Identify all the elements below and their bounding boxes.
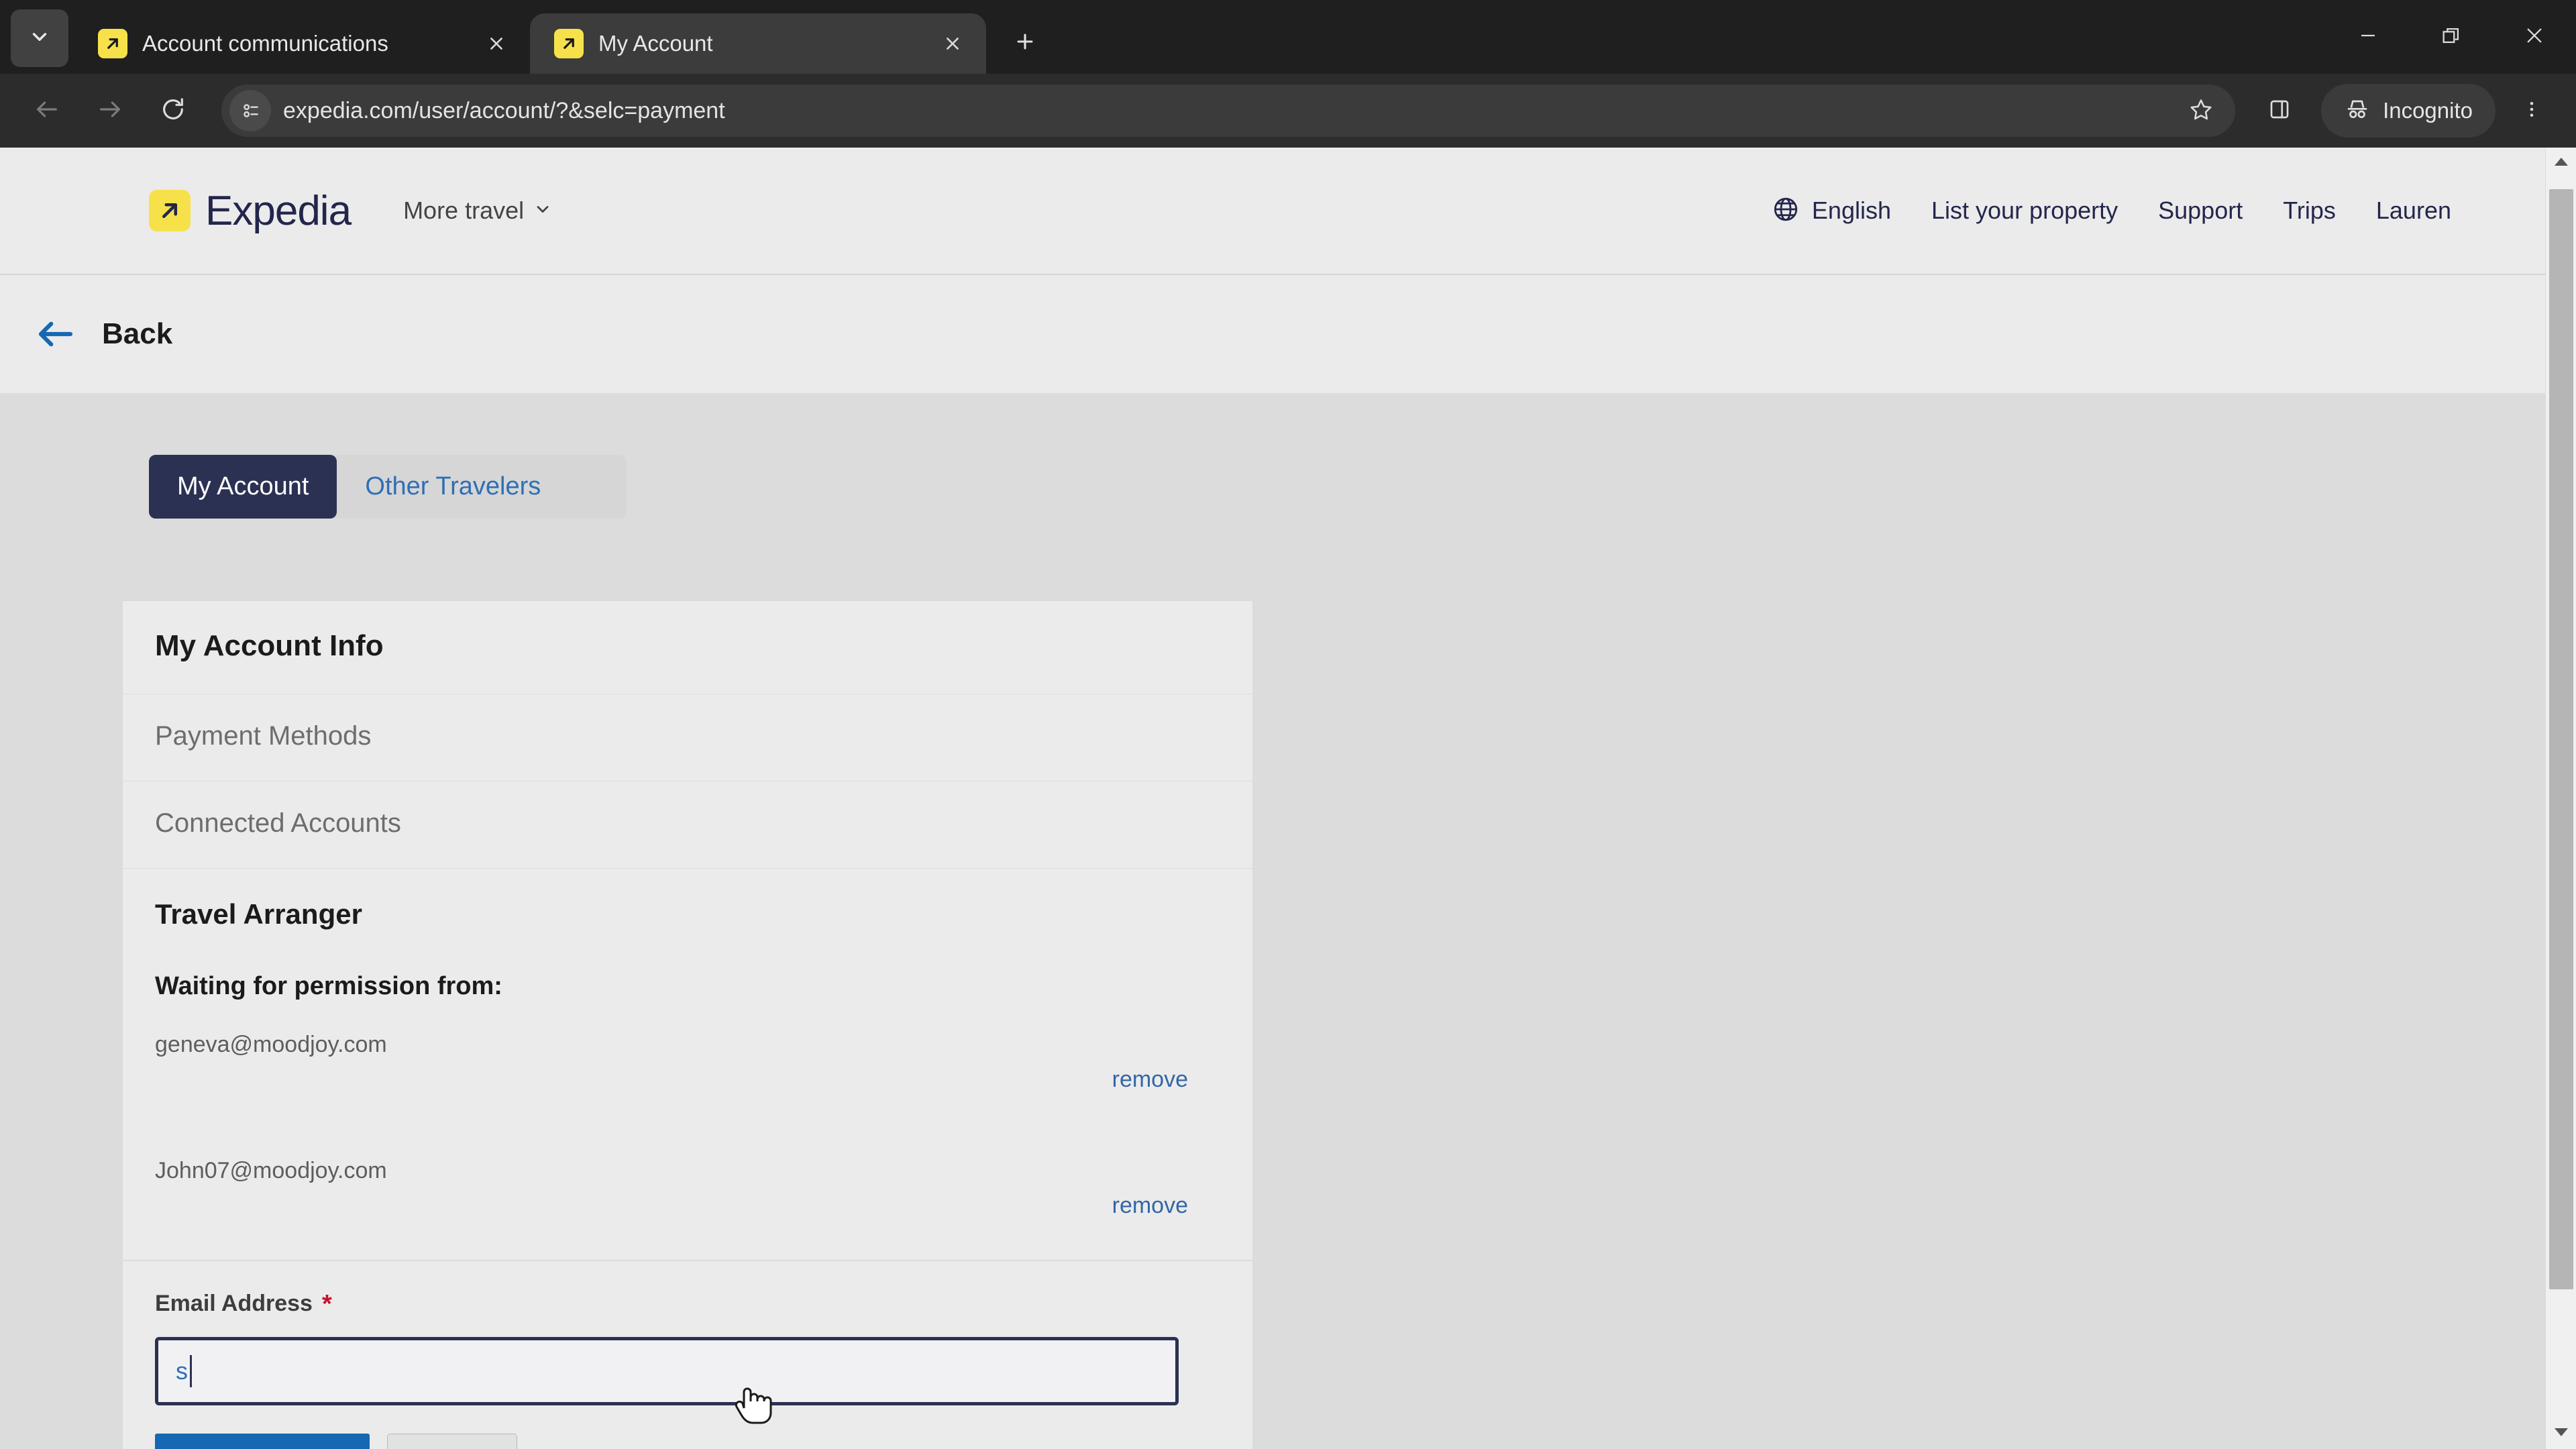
side-panel-icon	[2267, 97, 2292, 125]
arrow-right-icon	[97, 96, 123, 126]
tab-search-button[interactable]	[11, 9, 68, 67]
back-navigation-button[interactable]	[17, 81, 76, 140]
back-label[interactable]: Back	[102, 317, 172, 351]
chevron-up-icon	[2553, 156, 2569, 170]
language-selector[interactable]: English	[1772, 195, 1911, 227]
window-controls	[2326, 0, 2576, 74]
side-panel-button[interactable]	[2251, 83, 2308, 139]
more-travel-label: More travel	[403, 197, 525, 224]
browser-menu-button[interactable]	[2505, 81, 2559, 140]
close-icon[interactable]	[480, 28, 513, 60]
scrollbar-thumb[interactable]	[2549, 189, 2573, 1289]
pending-arranger-email: geneva@moodjoy.com	[155, 1032, 387, 1057]
brand-name: Expedia	[205, 187, 352, 234]
browser-tab-my-account[interactable]: My Account	[530, 13, 986, 74]
cancel-button[interactable]: Cancel	[387, 1434, 518, 1449]
page-content: My Account Other Travelers My Account In…	[0, 455, 2545, 1449]
nav-list-your-property[interactable]: List your property	[1911, 197, 2138, 225]
page-title: My Account Info	[155, 629, 384, 662]
address-bar-actions	[2176, 86, 2226, 136]
expedia-favicon	[98, 29, 127, 58]
tab-title: My Account	[598, 31, 713, 56]
close-icon	[2523, 24, 2546, 50]
expedia-favicon	[554, 29, 584, 58]
more-travel-menu[interactable]: More travel	[403, 197, 552, 225]
tab-strip: Account communications My Account	[0, 0, 2576, 74]
expedia-page: Expedia More travel English List your pr…	[0, 148, 2545, 1449]
site-header-nav: English List your property Support Trips…	[1772, 195, 2471, 227]
address-bar[interactable]: expedia.com/user/account/?&selc=payment	[221, 85, 2236, 137]
address-bar-url: expedia.com/user/account/?&selc=payment	[283, 97, 725, 123]
arrow-left-icon	[34, 96, 60, 126]
plus-icon	[1014, 30, 1036, 56]
restore-window-icon	[2440, 24, 2463, 50]
scroll-up-button[interactable]	[2546, 148, 2576, 178]
reload-icon	[160, 96, 186, 126]
chevron-down-icon	[28, 25, 51, 52]
incognito-hat-icon	[2344, 96, 2371, 126]
card-link-label: Payment Methods	[155, 721, 372, 751]
card-link-label: Connected Accounts	[155, 808, 401, 838]
required-marker: *	[321, 1289, 332, 1318]
expedia-logo[interactable]: Expedia	[149, 187, 352, 235]
chevron-down-icon	[2553, 1427, 2569, 1441]
email-address-input-value: s	[176, 1357, 188, 1385]
nav-support[interactable]: Support	[2138, 197, 2263, 225]
incognito-label: Incognito	[2383, 98, 2473, 123]
chevron-down-icon	[533, 197, 552, 225]
browser-window: Account communications My Account expedi…	[0, 0, 2576, 1449]
remove-arranger-link[interactable]: remove	[1112, 1067, 1188, 1093]
pending-arranger-row: John07@moodjoy.com remove	[155, 1158, 1220, 1253]
new-tab-button[interactable]	[1001, 19, 1049, 67]
pending-arranger-row: geneva@moodjoy.com remove	[155, 1032, 1220, 1127]
card-link-payment-methods[interactable]: Payment Methods	[123, 694, 1252, 782]
email-address-label-text: Email Address	[155, 1291, 313, 1316]
close-icon[interactable]	[936, 28, 969, 60]
back-bar: Back	[0, 274, 2545, 393]
form-actions: Send Request Cancel	[155, 1434, 1220, 1449]
remove-arranger-link[interactable]: remove	[1112, 1193, 1188, 1219]
card-header: My Account Info	[123, 601, 1252, 694]
expedia-mark-icon	[149, 190, 191, 231]
send-request-button[interactable]: Send Request	[155, 1434, 370, 1449]
browser-toolbar: expedia.com/user/account/?&selc=payment …	[0, 74, 2576, 148]
scroll-down-button[interactable]	[2546, 1418, 2576, 1449]
site-header: Expedia More travel English List your pr…	[0, 148, 2545, 274]
account-segmented-tabs: My Account Other Travelers	[149, 455, 627, 519]
my-account-info-card: My Account Info Payment Methods Connecte…	[122, 600, 1253, 1449]
nav-account-lauren[interactable]: Lauren	[2356, 197, 2471, 225]
page-settings-icon[interactable]	[229, 90, 271, 131]
travel-arranger-title: Travel Arranger	[155, 898, 362, 930]
card-link-connected-accounts[interactable]: Connected Accounts	[123, 782, 1252, 869]
nav-trips[interactable]: Trips	[2263, 197, 2356, 225]
minimize-window-button[interactable]	[2326, 0, 2410, 74]
tab-title: Account communications	[142, 31, 388, 56]
page-viewport: Expedia More travel English List your pr…	[0, 148, 2576, 1449]
add-arranger-form: Email Address * s Send Request Cancel	[123, 1260, 1252, 1449]
back-arrow-icon[interactable]	[35, 314, 75, 354]
pending-arranger-email: John07@moodjoy.com	[155, 1158, 387, 1183]
star-icon	[2189, 97, 2213, 125]
minimize-icon	[2357, 24, 2379, 50]
forward-navigation-button[interactable]	[80, 81, 140, 140]
kebab-menu-icon	[2522, 99, 2542, 123]
page-scrollbar[interactable]	[2545, 148, 2576, 1449]
close-window-button[interactable]	[2493, 0, 2576, 74]
browser-tab-account-communications[interactable]: Account communications	[74, 13, 530, 74]
waiting-for-permission-label: Waiting for permission from:	[155, 972, 502, 1000]
globe-icon	[1772, 195, 1800, 227]
email-address-input[interactable]: s	[155, 1337, 1179, 1405]
language-label: English	[1811, 197, 1891, 224]
tab-other-travelers[interactable]: Other Travelers	[337, 455, 569, 519]
incognito-indicator[interactable]: Incognito	[2321, 84, 2496, 138]
text-caret	[190, 1355, 192, 1387]
reload-button[interactable]	[144, 81, 203, 140]
tab-my-account[interactable]: My Account	[149, 455, 337, 519]
bookmark-button[interactable]	[2176, 86, 2226, 136]
travel-arranger-section: Travel Arranger Waiting for permission f…	[123, 869, 1252, 1260]
email-address-label: Email Address *	[155, 1291, 1220, 1317]
maximize-window-button[interactable]	[2410, 0, 2493, 74]
